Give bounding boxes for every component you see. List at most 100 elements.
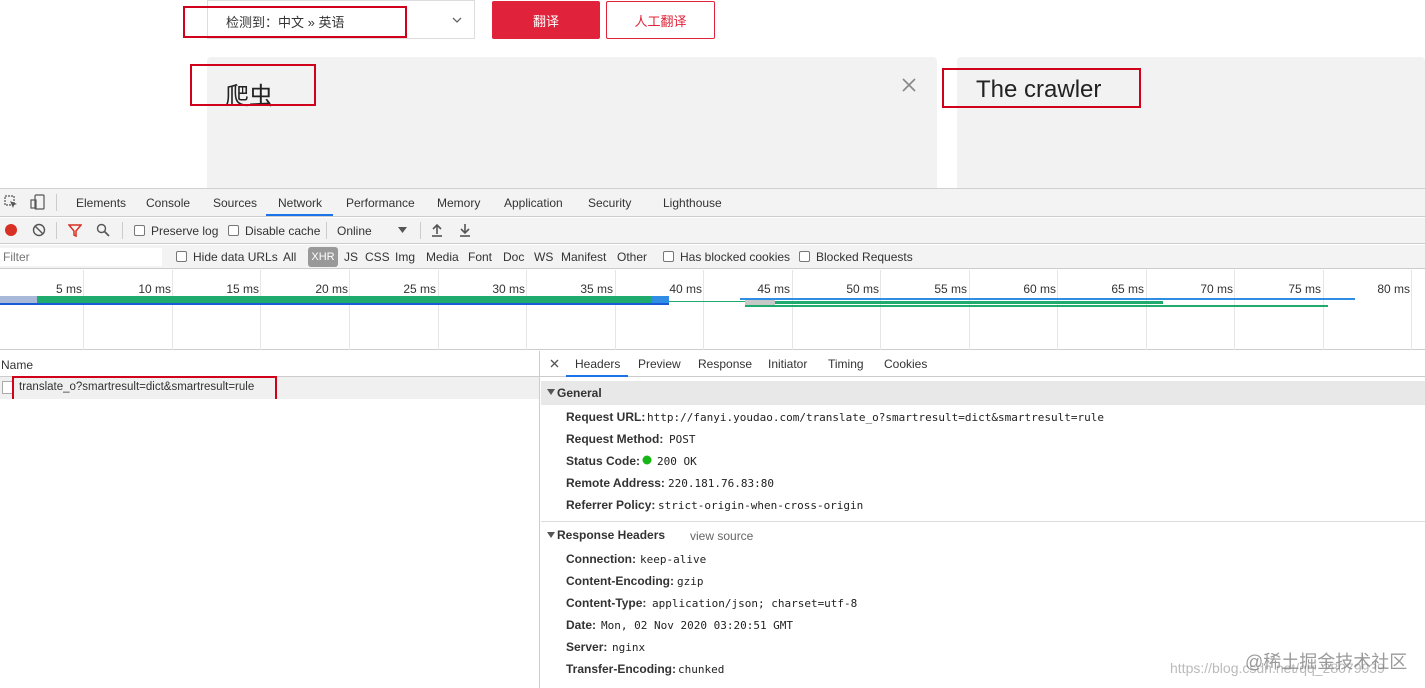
human-translation-button[interactable]: 人工翻译: [606, 1, 715, 39]
request-list-header: Name: [0, 351, 540, 377]
timeline-gridline: [969, 270, 970, 350]
hide-data-urls-checkbox[interactable]: [176, 251, 187, 262]
view-source-link[interactable]: view source: [690, 529, 753, 543]
source-text-area[interactable]: [207, 57, 937, 197]
timeline-gridline: [703, 270, 704, 350]
general-section-header[interactable]: General: [541, 381, 1425, 405]
timeline-gridline: [526, 270, 527, 350]
request-detail-tabs: Headers Preview Response Initiator Timin…: [540, 351, 1425, 377]
header-value: gzip: [677, 575, 704, 588]
tab-preview[interactable]: Preview: [638, 357, 681, 371]
header-value: application/json; charset=utf-8: [652, 597, 858, 610]
timeline-gridline: [1234, 270, 1235, 350]
header-value: 220.181.76.83:80: [668, 477, 774, 490]
tab-memory[interactable]: Memory: [437, 196, 480, 210]
tab-performance[interactable]: Performance: [346, 196, 415, 210]
disable-cache-checkbox[interactable]: [228, 225, 239, 236]
timeline-line: [745, 305, 1328, 307]
chevron-down-icon: [452, 17, 462, 23]
divider: [420, 222, 421, 239]
preserve-log-checkbox[interactable]: [134, 225, 145, 236]
header-key: Request URL:: [566, 410, 646, 424]
filter-type-all[interactable]: All: [283, 250, 296, 264]
timeline-gridline: [1146, 270, 1147, 350]
has-blocked-cookies-checkbox[interactable]: [663, 251, 674, 262]
filter-type-other[interactable]: Other: [617, 250, 647, 264]
timeline-gridline: [260, 270, 261, 350]
filter-type-img[interactable]: Img: [395, 250, 415, 264]
timeline-tick: 70 ms: [1200, 282, 1233, 296]
timeline-bar-queue: [0, 296, 37, 303]
filter-type-doc[interactable]: Doc: [503, 250, 524, 264]
response-headers-title[interactable]: Response Headers: [557, 528, 665, 542]
filter-type-xhr[interactable]: XHR: [308, 247, 338, 267]
tab-response[interactable]: Response: [698, 357, 752, 371]
panel-splitter[interactable]: [539, 351, 540, 688]
section-divider: [541, 521, 1425, 522]
tab-initiator[interactable]: Initiator: [768, 357, 807, 371]
tab-application[interactable]: Application: [504, 196, 563, 210]
filter-icon[interactable]: [68, 223, 82, 237]
column-name-header[interactable]: Name: [1, 358, 33, 372]
tab-security[interactable]: Security: [588, 196, 631, 210]
header-value: POST: [669, 433, 696, 446]
close-icon[interactable]: [550, 359, 559, 368]
highlight-box-source: [190, 64, 316, 106]
timeline-gridline: [1323, 270, 1324, 350]
blocked-requests-checkbox[interactable]: [799, 251, 810, 262]
tab-lighthouse[interactable]: Lighthouse: [663, 196, 722, 210]
timeline-tick: 55 ms: [934, 282, 967, 296]
header-key: Connection:: [566, 552, 636, 566]
devtools-tab-bar: Elements Console Sources Network Perform…: [0, 189, 1425, 217]
status-ok-icon: [642, 455, 652, 465]
throttling-select[interactable]: Online: [337, 224, 372, 238]
tab-console[interactable]: Console: [146, 196, 190, 210]
triangle-down-icon[interactable]: [547, 532, 555, 539]
header-key: Content-Encoding:: [566, 574, 674, 588]
tab-sources[interactable]: Sources: [213, 196, 257, 210]
filter-bar: Hide data URLs All JS CSS Img Media Font…: [0, 245, 1425, 269]
device-toolbar-icon[interactable]: [30, 194, 46, 210]
timeline-tick: 40 ms: [669, 282, 702, 296]
header-value: chunked: [678, 663, 725, 676]
header-value: strict-origin-when-cross-origin: [658, 499, 864, 512]
filter-type-ws[interactable]: WS: [534, 250, 553, 264]
tab-headers[interactable]: Headers: [575, 357, 620, 371]
watermark-site: @稀土掘金技术社区: [1245, 652, 1408, 672]
filter-type-js[interactable]: JS: [344, 250, 358, 264]
divider: [122, 222, 123, 239]
timeline-gridline: [83, 270, 84, 350]
general-section-title: General: [557, 386, 602, 400]
timeline-bar-base: [0, 303, 669, 305]
timeline-tick: 65 ms: [1111, 282, 1144, 296]
inspect-element-icon[interactable]: [4, 195, 18, 209]
divider: [326, 222, 327, 239]
search-icon[interactable]: [96, 223, 110, 237]
timeline-tick: 50 ms: [846, 282, 879, 296]
translate-button[interactable]: 翻译: [492, 1, 600, 39]
active-tab-indicator: [566, 375, 628, 377]
timeline-gridline: [615, 270, 616, 350]
timeline-tick: 15 ms: [226, 282, 259, 296]
tab-timing[interactable]: Timing: [828, 357, 864, 371]
close-icon[interactable]: [902, 78, 916, 92]
filter-type-font[interactable]: Font: [468, 250, 492, 264]
tab-elements[interactable]: Elements: [76, 196, 126, 210]
timeline-tick: 80 ms: [1377, 282, 1410, 296]
triangle-down-icon: [547, 389, 555, 395]
import-har-icon[interactable]: [431, 223, 443, 237]
filter-type-manifest[interactable]: Manifest: [561, 250, 606, 264]
filter-type-css[interactable]: CSS: [365, 250, 390, 264]
filter-input[interactable]: [0, 248, 162, 266]
timeline-tick: 45 ms: [757, 282, 790, 296]
record-icon[interactable]: [4, 223, 18, 237]
filter-type-media[interactable]: Media: [426, 250, 459, 264]
tab-cookies[interactable]: Cookies: [884, 357, 927, 371]
export-har-icon[interactable]: [459, 223, 471, 237]
divider: [56, 222, 57, 239]
tab-network[interactable]: Network: [278, 196, 322, 210]
timeline-gridline: [438, 270, 439, 350]
clear-icon[interactable]: [32, 223, 46, 237]
header-key: Status Code:: [566, 454, 641, 468]
has-blocked-cookies-label: Has blocked cookies: [680, 250, 791, 264]
